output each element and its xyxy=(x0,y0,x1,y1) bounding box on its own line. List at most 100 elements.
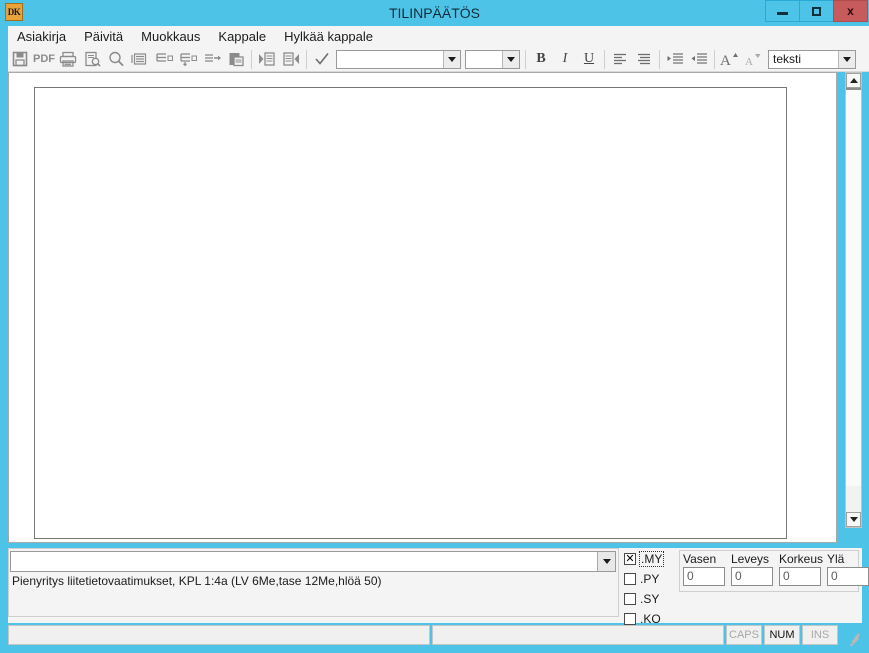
print-preview-button[interactable] xyxy=(80,48,104,71)
paste-button[interactable] xyxy=(224,48,248,71)
pdf-button[interactable]: PDF xyxy=(32,48,56,71)
application-window: DK TILINPÄÄTÖS x Asiakirja Päivitä Muokk… xyxy=(0,0,869,653)
status-indicator-ins: INS xyxy=(802,625,838,645)
checkbox-sy[interactable] xyxy=(624,593,636,605)
bold-button[interactable]: B xyxy=(529,48,553,71)
template-selector-combo[interactable] xyxy=(10,551,616,572)
checkbox-label-ko: .KO xyxy=(640,612,661,626)
checkbox-ko[interactable] xyxy=(624,613,636,625)
checkbox-row-my[interactable]: ✕ .MY xyxy=(624,551,682,567)
toolbar-separator xyxy=(525,49,526,69)
paragraph-move-icon xyxy=(204,54,221,62)
indent-increase-button[interactable] xyxy=(663,48,687,71)
checkbox-row-py[interactable]: .PY xyxy=(624,571,682,587)
align-left-icon xyxy=(614,53,626,65)
toolbar-separator xyxy=(251,49,252,69)
close-icon: x xyxy=(847,4,854,18)
menu-item-muokkaus[interactable]: Muokkaus xyxy=(132,27,209,46)
document-area[interactable] xyxy=(8,72,837,543)
scroll-up-button[interactable] xyxy=(846,73,861,88)
print-button[interactable] xyxy=(56,48,80,71)
paragraph-format-icon xyxy=(131,53,147,65)
bold-icon: B xyxy=(536,51,546,66)
confirm-button[interactable] xyxy=(310,48,334,71)
zoom-icon xyxy=(108,51,124,67)
status-indicator-num: NUM xyxy=(764,625,800,645)
zoom-button[interactable] xyxy=(104,48,128,71)
style-combo[interactable]: teksti xyxy=(768,49,856,69)
font-shrink-button[interactable]: A xyxy=(742,48,766,71)
close-button[interactable]: x xyxy=(833,0,868,22)
scroll-down-button[interactable] xyxy=(846,512,861,527)
confirm-check-icon xyxy=(315,53,329,65)
menu-item-hylkaa-kappale[interactable]: Hylkää kappale xyxy=(275,27,382,46)
template-description: Pienyritys liitetietovaatimukset, KPL 1:… xyxy=(12,574,382,588)
checkbox-label-sy: .SY xyxy=(640,592,660,606)
font-family-combo[interactable] xyxy=(336,49,461,69)
print-icon xyxy=(59,51,77,67)
save-button[interactable] xyxy=(8,48,32,71)
indent-increase-icon xyxy=(667,53,683,64)
geometry-input-korkeus[interactable]: 0 xyxy=(779,567,821,586)
next-page-button[interactable] xyxy=(255,48,279,71)
minimize-button[interactable] xyxy=(765,0,800,22)
scrollbar-thumb[interactable] xyxy=(846,88,861,486)
toolbar: PDF B I U A A teksti xyxy=(8,47,869,72)
document-page[interactable] xyxy=(34,87,787,539)
font-family-dropdown-arrow[interactable] xyxy=(443,50,460,68)
flag-checkbox-group: ✕ .MY .PY .SY .KO xyxy=(624,551,682,626)
geometry-input-yla[interactable]: 0 xyxy=(827,567,869,586)
checkbox-py[interactable] xyxy=(624,573,636,585)
italic-button[interactable]: I xyxy=(553,48,577,71)
window-controls: x xyxy=(765,0,868,22)
geometry-input-vasen[interactable]: 0 xyxy=(683,567,725,586)
style-dropdown-arrow[interactable] xyxy=(838,50,855,68)
menu-item-kappale[interactable]: Kappale xyxy=(209,27,275,46)
indent-decrease-icon xyxy=(691,53,707,64)
status-indicator-caps: CAPS xyxy=(726,625,762,645)
print-preview-icon xyxy=(84,51,101,67)
underline-button[interactable]: U xyxy=(577,48,601,71)
paragraph-split-button[interactable] xyxy=(152,48,176,71)
geometry-field-korkeus: Korkeus 0 xyxy=(779,551,824,586)
paragraph-format-button[interactable] xyxy=(128,48,152,71)
font-size-combo[interactable] xyxy=(465,49,520,69)
scrollbar-track[interactable] xyxy=(846,88,861,512)
chevron-down-icon xyxy=(448,56,456,62)
paragraph-split-icon xyxy=(155,53,173,62)
resize-grip-icon[interactable] xyxy=(848,630,862,647)
geometry-label-vasen: Vasen xyxy=(683,552,717,566)
geometry-label-yla: Ylä xyxy=(827,552,845,566)
maximize-button[interactable] xyxy=(799,0,834,22)
geometry-label-leveys: Leveys xyxy=(731,552,770,566)
toolbar-separator xyxy=(714,49,715,69)
paragraph-merge-button[interactable] xyxy=(176,48,200,71)
geometry-input-leveys[interactable]: 0 xyxy=(731,567,773,586)
indent-decrease-button[interactable] xyxy=(687,48,711,71)
minimize-icon xyxy=(777,12,788,15)
font-grow-button[interactable]: A xyxy=(718,48,742,71)
checkbox-row-sy[interactable]: .SY xyxy=(624,591,682,607)
style-value: teksti xyxy=(773,51,802,66)
prev-page-button[interactable] xyxy=(279,48,303,71)
next-page-icon xyxy=(259,52,275,66)
font-size-value xyxy=(466,51,502,68)
checkbox-my[interactable]: ✕ xyxy=(624,553,636,565)
paragraph-move-button[interactable] xyxy=(200,48,224,71)
vertical-scrollbar[interactable] xyxy=(845,72,862,528)
align-justify-button[interactable] xyxy=(632,48,656,71)
template-selector-value xyxy=(11,552,597,571)
status-bar: CAPS NUM INS xyxy=(8,625,862,647)
geometry-label-korkeus: Korkeus xyxy=(779,552,824,566)
triangle-down-icon xyxy=(849,517,858,522)
paragraph-merge-icon xyxy=(179,53,197,67)
align-left-button[interactable] xyxy=(608,48,632,71)
paste-icon xyxy=(229,53,244,67)
svg-text:A: A xyxy=(720,53,731,67)
menu-item-paivita[interactable]: Päivitä xyxy=(75,27,132,46)
menu-item-asiakirja[interactable]: Asiakirja xyxy=(8,27,75,46)
bottom-panel: Pienyritys liitetietovaatimukset, KPL 1:… xyxy=(8,548,869,626)
template-selector-dropdown-arrow[interactable] xyxy=(597,552,615,571)
font-size-dropdown-arrow[interactable] xyxy=(502,50,519,68)
font-grow-icon: A xyxy=(720,53,738,67)
